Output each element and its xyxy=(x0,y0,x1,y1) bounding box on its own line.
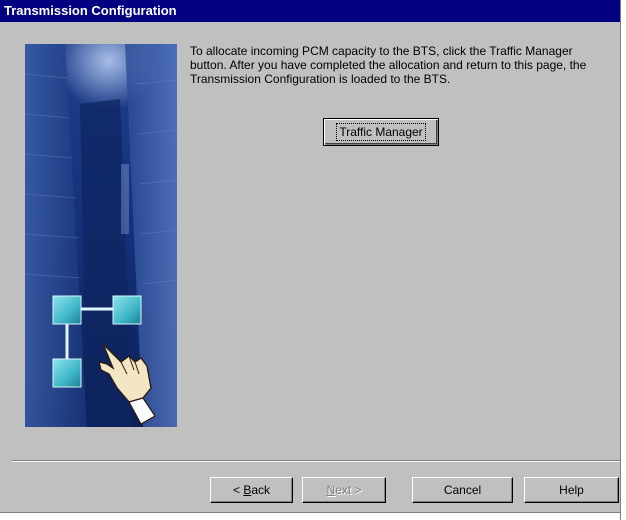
window-edge-right xyxy=(620,0,626,520)
back-rest: ack xyxy=(251,483,271,497)
next-button[interactable]: Next > xyxy=(302,477,386,503)
footer-separator xyxy=(12,460,620,462)
back-label: < Back xyxy=(233,483,270,497)
cancel-button[interactable]: Cancel xyxy=(412,477,513,503)
help-button[interactable]: Help xyxy=(524,477,619,503)
back-prefix: < xyxy=(232,483,244,497)
next-label: Next > xyxy=(326,483,361,497)
wizard-image xyxy=(25,44,177,427)
dialog-title: Transmission Configuration xyxy=(0,0,620,22)
instructions-paragraph: To allocate incoming PCM capacity to the… xyxy=(190,44,587,86)
next-rest: ext > xyxy=(335,483,362,497)
help-label: Help xyxy=(559,483,584,497)
traffic-manager-button[interactable]: Traffic Manager xyxy=(323,118,439,146)
next-mnemonic: N xyxy=(326,483,336,497)
instructions-text: To allocate incoming PCM capacity to the… xyxy=(190,44,610,86)
back-button[interactable]: < Back xyxy=(210,477,293,503)
window-edge-bottom xyxy=(0,512,620,520)
cancel-label: Cancel xyxy=(443,483,482,497)
traffic-manager-label: Traffic Manager xyxy=(336,123,426,141)
